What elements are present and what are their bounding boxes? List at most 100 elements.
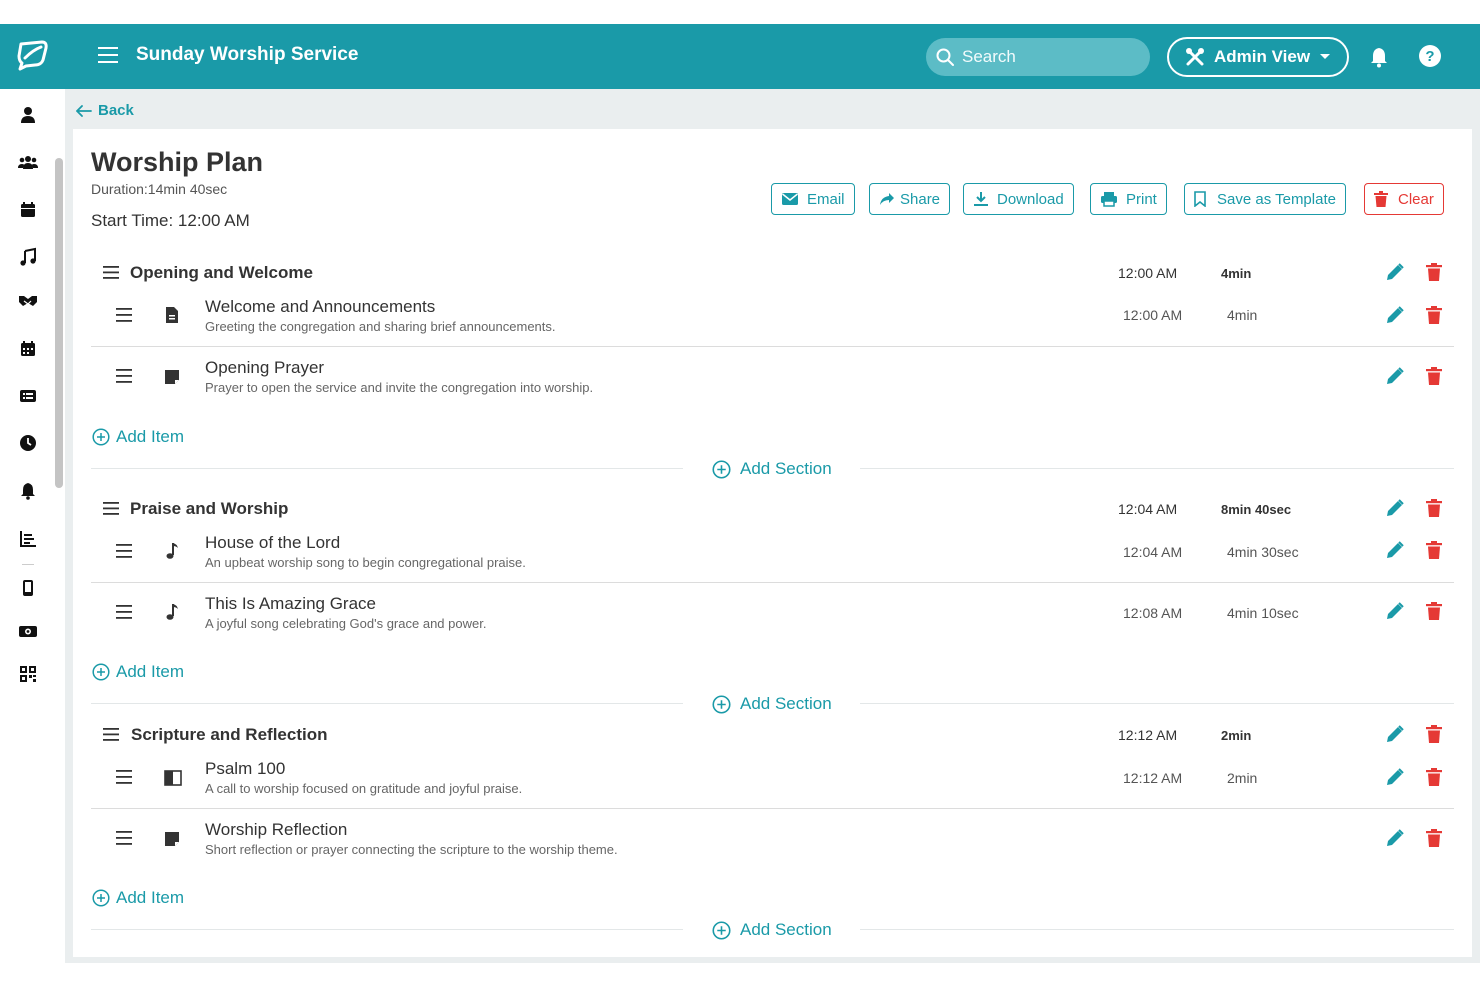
save-as-template-label: Save as Template (1217, 190, 1336, 208)
add-section-label: Add Section (740, 920, 832, 939)
plus-circle-icon (92, 663, 110, 681)
back-link[interactable]: Back (76, 102, 134, 119)
item-duration: 2min (1227, 770, 1258, 786)
item-description: Prayer to open the service and invite th… (205, 380, 594, 395)
notification-bell-icon[interactable] (1368, 46, 1390, 68)
envelope-icon (782, 193, 798, 205)
admin-view-button[interactable]: Admin View (1167, 37, 1349, 77)
add-item-label: Add Item (116, 888, 185, 907)
svg-text:?: ? (1425, 48, 1434, 65)
item-drag-handle-icon[interactable] (116, 770, 132, 784)
add-item-button[interactable]: Add Item (92, 888, 184, 908)
clear-button[interactable]: Clear (1364, 183, 1444, 215)
item-description: Greeting the congregation and sharing br… (205, 319, 556, 334)
print-label: Print (1126, 190, 1157, 208)
bookmark-icon (1194, 191, 1206, 207)
edit-section-pencil-icon[interactable] (1386, 263, 1404, 281)
money-icon[interactable] (18, 621, 38, 641)
item-title: This Is Amazing Grace (205, 594, 377, 613)
section-drag-handle-icon[interactable] (103, 502, 119, 515)
email-button[interactable]: Email (771, 183, 855, 215)
bell-icon[interactable] (18, 481, 38, 501)
add-section-label: Add Section (740, 459, 832, 478)
search-box[interactable] (926, 38, 1150, 76)
group-icon[interactable] (18, 152, 38, 172)
row-divider (91, 346, 1454, 347)
item-drag-handle-icon[interactable] (116, 369, 132, 383)
item-start-time: 12:08 AM (1123, 605, 1183, 621)
note-icon (165, 370, 179, 384)
delete-item-trash-icon[interactable] (1426, 768, 1442, 786)
print-button[interactable]: Print (1090, 183, 1167, 215)
plus-circle-icon (712, 694, 731, 714)
add-item-button[interactable]: Add Item (92, 427, 184, 447)
edit-item-pencil-icon[interactable] (1386, 829, 1404, 847)
delete-section-trash-icon[interactable] (1426, 499, 1442, 517)
add-item-button[interactable]: Add Item (92, 662, 184, 682)
menu-icon[interactable] (98, 46, 118, 64)
mobile-icon[interactable] (18, 578, 38, 598)
edit-item-pencil-icon[interactable] (1386, 367, 1404, 385)
clock-icon[interactable] (18, 433, 38, 453)
sidebar-scrollbar[interactable] (55, 158, 63, 488)
calendar-days-icon[interactable] (18, 339, 38, 359)
logo-icon[interactable] (16, 38, 50, 72)
divider-line (860, 468, 1454, 469)
add-section-button[interactable]: Add Section (712, 920, 832, 940)
music-icon[interactable] (18, 247, 38, 267)
sidebar-divider (22, 564, 34, 565)
add-item-label: Add Item (116, 662, 185, 681)
item-drag-handle-icon[interactable] (116, 831, 132, 845)
delete-section-trash-icon[interactable] (1426, 263, 1442, 281)
item-drag-handle-icon[interactable] (116, 605, 132, 619)
qr-code-icon[interactable] (18, 664, 38, 684)
delete-item-trash-icon[interactable] (1426, 306, 1442, 324)
plus-circle-icon (92, 889, 110, 907)
delete-item-trash-icon[interactable] (1426, 602, 1442, 620)
item-drag-handle-icon[interactable] (116, 544, 132, 558)
section-drag-handle-icon[interactable] (103, 728, 119, 741)
section-duration: 8min 40sec (1221, 502, 1292, 517)
list-icon[interactable] (18, 386, 38, 406)
share-button[interactable]: Share (869, 183, 951, 215)
section-title: Praise and Worship (130, 499, 289, 518)
item-description: A joyful song celebrating God's grace an… (205, 616, 487, 631)
chart-icon[interactable] (18, 529, 38, 549)
add-item-label: Add Item (116, 427, 185, 446)
section-start-time: 12:04 AM (1118, 501, 1178, 517)
edit-item-pencil-icon[interactable] (1386, 306, 1404, 324)
edit-section-pencil-icon[interactable] (1386, 499, 1404, 517)
delete-item-trash-icon[interactable] (1426, 541, 1442, 559)
edit-item-pencil-icon[interactable] (1386, 602, 1404, 620)
item-duration: 4min 10sec (1227, 605, 1299, 621)
download-button[interactable]: Download (963, 183, 1074, 215)
arrow-left-icon (76, 104, 92, 117)
help-icon[interactable]: ? (1418, 44, 1442, 68)
delete-section-trash-icon[interactable] (1426, 725, 1442, 743)
section-duration: 2min (1221, 728, 1252, 743)
item-drag-handle-icon[interactable] (116, 308, 132, 322)
item-title: Welcome and Announcements (205, 297, 436, 316)
edit-section-pencil-icon[interactable] (1386, 725, 1404, 743)
edit-item-pencil-icon[interactable] (1386, 768, 1404, 786)
section-drag-handle-icon[interactable] (103, 266, 119, 279)
item-duration: 4min (1227, 307, 1258, 323)
add-section-button[interactable]: Add Section (712, 694, 832, 714)
search-input[interactable] (962, 47, 1132, 67)
music-note-icon (166, 543, 178, 559)
email-label: Email (807, 190, 845, 208)
person-icon[interactable] (18, 105, 38, 125)
plan-duration: Duration:14min 40sec (91, 181, 228, 197)
calendar-icon[interactable] (18, 200, 38, 220)
share-label: Share (900, 190, 941, 208)
delete-item-trash-icon[interactable] (1426, 367, 1442, 385)
music-note-icon (166, 604, 178, 620)
add-section-button[interactable]: Add Section (712, 459, 832, 479)
item-start-time: 12:12 AM (1123, 770, 1183, 786)
share-icon (880, 193, 894, 205)
delete-item-trash-icon[interactable] (1426, 829, 1442, 847)
section-title: Scripture and Reflection (131, 725, 328, 744)
save-as-template-button[interactable]: Save as Template (1184, 183, 1346, 215)
handshake-icon[interactable] (18, 291, 38, 311)
edit-item-pencil-icon[interactable] (1386, 541, 1404, 559)
